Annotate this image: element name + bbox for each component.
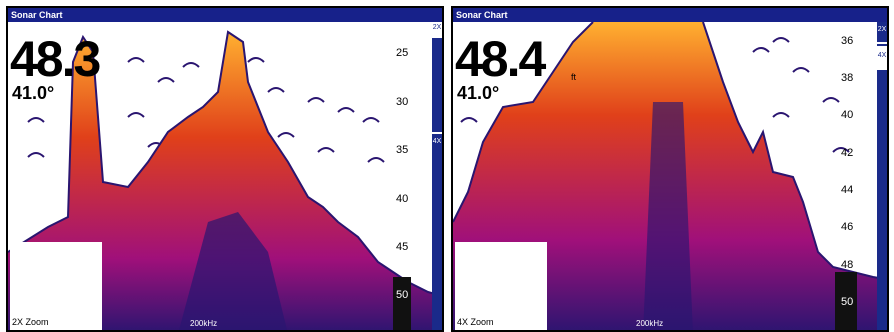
- zoombar-divider: [877, 42, 887, 44]
- depth-scale-label: 30: [396, 96, 409, 108]
- zoombar-label-2x: 2X: [432, 24, 442, 31]
- depth-scale-label: 44: [841, 184, 854, 196]
- temperature-readout: 41.0°: [457, 83, 500, 103]
- depth-scale-label: 48: [841, 259, 854, 271]
- window-title: Sonar Chart: [453, 8, 887, 22]
- depth-readout: 48.3: [10, 31, 101, 87]
- depth-scale-label: 50: [841, 296, 854, 308]
- sonar-panel-right: Sonar Chart 48.4 ft 41.0° 36 38 40 42 44…: [451, 6, 889, 332]
- zoombar-label-2x: 2X: [877, 26, 887, 33]
- zoom-range-bar[interactable]: 2X 4X: [432, 22, 442, 330]
- zoom-label: 2X Zoom: [12, 317, 49, 327]
- depth-scale-label: 40: [396, 193, 409, 205]
- sonar-panel-left: Sonar Chart 48.3 41.0° 25 30 35 40 45 50…: [6, 6, 444, 332]
- frequency-label: 200kHz: [636, 319, 664, 328]
- window-title: Sonar Chart: [8, 8, 442, 22]
- frequency-label: 200kHz: [190, 319, 218, 328]
- sonar-display[interactable]: 48.4 ft 41.0° 36 38 40 42 44 46 48 50 4X…: [453, 22, 887, 330]
- depth-unit: ft: [571, 72, 577, 82]
- depth-scale-label: 45: [396, 241, 409, 253]
- depth-scale-label: 42: [841, 147, 854, 159]
- depth-scale-label: 40: [841, 109, 854, 121]
- zoombar-divider: [432, 132, 442, 134]
- depth-scale-label: 36: [841, 35, 854, 47]
- depth-scale-label: 25: [396, 47, 409, 59]
- zoombar-label-4x: 4X: [432, 138, 442, 145]
- temperature-readout: 41.0°: [12, 83, 55, 103]
- zoom-range-bar[interactable]: 2X 4X: [877, 22, 887, 330]
- zoom-label: 4X Zoom: [457, 317, 494, 327]
- depth-scale-label: 46: [841, 221, 854, 233]
- sonar-display[interactable]: 48.3 41.0° 25 30 35 40 45 50 2X Zoom 200…: [8, 22, 442, 330]
- depth-scale-label: 50: [396, 289, 409, 301]
- zoombar-label-4x: 4X: [877, 52, 887, 59]
- depth-scale-label: 38: [841, 72, 854, 84]
- depth-readout: 48.4: [455, 31, 546, 87]
- depth-scale-label: 35: [396, 144, 409, 156]
